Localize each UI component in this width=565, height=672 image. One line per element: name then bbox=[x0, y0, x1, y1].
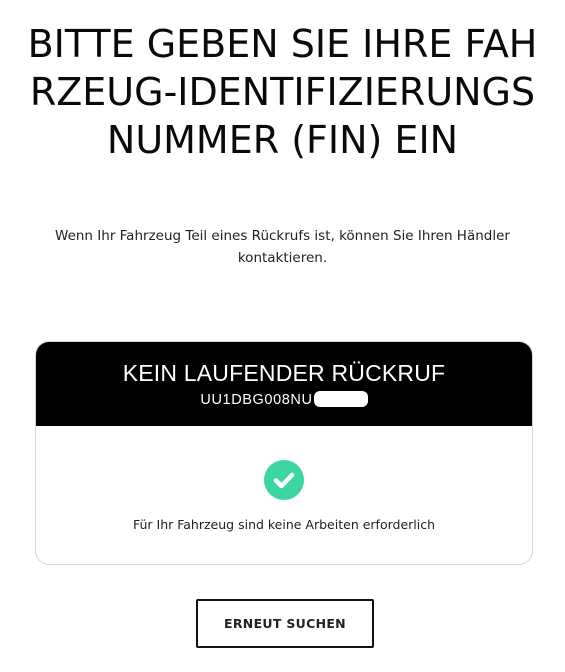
no-work-required-message: Für Ihr Fahrzeug sind keine Arbeiten erf… bbox=[132, 517, 436, 532]
page-subtitle: Wenn Ihr Fahrzeug Teil eines Rückrufs is… bbox=[55, 228, 510, 266]
vin-row: UU1DBG008NU bbox=[36, 389, 532, 409]
page-title: BITTE GEBEN SIE IHRE FAHRZEUG-IDENTIFIZI… bbox=[27, 22, 538, 162]
recall-status-title: KEIN LAUFENDER RÜCKRUF bbox=[122, 360, 446, 386]
result-card-header: KEIN LAUFENDER RÜCKRUF UU1DBG008NU bbox=[36, 342, 532, 426]
recall-result-card: KEIN LAUFENDER RÜCKRUF UU1DBG008NU Für I… bbox=[35, 341, 533, 565]
checkmark-circle-icon bbox=[264, 460, 304, 500]
vin-number: UU1DBG008NU bbox=[200, 392, 313, 408]
search-again-button[interactable]: ERNEUT SUCHEN bbox=[196, 599, 374, 648]
vin-redaction-mask bbox=[313, 390, 368, 407]
